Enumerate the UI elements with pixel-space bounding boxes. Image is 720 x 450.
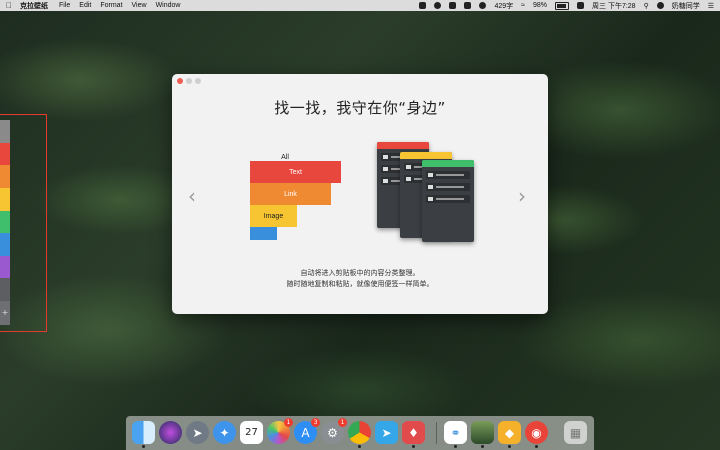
user-name[interactable]: 奶糖同学 [672,1,700,11]
chevron-left-icon[interactable]: ‹ [188,184,196,208]
app-store-icon[interactable]: A3 [294,418,320,444]
menu-app-name[interactable]: 克拉壁纸 [20,1,48,11]
input-method-icon[interactable] [577,2,584,9]
launchpad-icon[interactable]: ➤ [186,421,209,444]
page-title: 找一找，我守在你“身边” [274,99,446,117]
siri-icon[interactable] [159,421,182,444]
clipboard-app-icon[interactable]: ⚭ [444,421,467,448]
description-line-1: 自动将进入剪贴板中的内容分类整理。 [300,269,420,277]
status-app-icon[interactable] [434,2,442,9]
category-link: Link [250,183,331,205]
safari-icon[interactable]: ✦ [213,421,236,444]
status-area: 429字 ≈ 98% 周三 下午7:28 ⚲ 奶糖同学 ☰ [411,0,714,11]
system-preferences-icon[interactable]: ⚙ 1 [321,418,347,444]
status-app-icon[interactable] [419,2,427,9]
zoom-button[interactable] [195,78,201,84]
description-line-2: 随时随地复制和粘贴，就像使用便签一样简单。 [286,280,434,288]
chevron-right-icon[interactable]: › [518,184,526,208]
minimize-button[interactable] [186,78,192,84]
status-app-icon[interactable] [449,2,457,9]
notification-badge: 1 [338,418,347,427]
category-image: Image [250,205,297,227]
wifi-icon[interactable]: ≈ [521,2,525,9]
battery-percent[interactable]: 98% [533,2,547,9]
dock-separator [436,422,437,444]
category-blue [250,227,277,240]
telegram-icon[interactable]: ➤ [375,421,398,444]
status-app-icon[interactable] [464,2,472,9]
sidebar-highlight-outline [0,114,47,332]
status-app-icon[interactable] [479,2,487,9]
calendar-icon[interactable]: 27 [240,421,263,444]
siri-icon[interactable] [656,2,664,9]
search-icon[interactable]: ⚲ [644,2,649,10]
finder-icon[interactable] [132,421,155,448]
notes-app-icon[interactable]: ♦ [402,421,425,448]
battery-icon[interactable] [555,1,569,10]
category-text: Text [250,161,341,183]
trash-icon[interactable]: ▦ [564,421,587,444]
notification-center-icon[interactable]: ☰ [708,2,714,10]
menu-view[interactable]: View [132,2,147,9]
notification-badge: 1 [284,418,293,427]
wallpaper-app-icon[interactable] [471,421,494,448]
sketch-icon[interactable]: ◆ [498,421,521,448]
menu-bar:  克拉壁纸 File Edit Format View Window 429字… [0,0,720,11]
menu-window[interactable]: Window [156,2,181,9]
description: 自动将进入剪贴板中的内容分类整理。 随时随地复制和粘贴，就像使用便签一样简单。 [172,268,548,290]
recorder-app-icon[interactable]: ◉ [525,421,548,448]
notification-badge: 3 [311,418,320,427]
menu-edit[interactable]: Edit [79,2,91,9]
photos-icon[interactable]: 1 [267,418,293,444]
chrome-icon[interactable] [348,421,371,448]
dock: ➤ ✦ 27 1 A3 ⚙ 1 ➤ ♦ ⚭ ◆ ◉ ▦ [126,416,594,450]
onboarding-window: 找一找，我守在你“身边” ‹ › All Text Link Image 自动将… [172,74,548,314]
window-controls [177,78,204,84]
apple-menu-icon[interactable]:  [6,1,14,10]
close-button[interactable] [177,78,183,84]
preview-window-green [422,160,474,242]
menu-file[interactable]: File [59,2,70,9]
menu-format[interactable]: Format [100,2,122,9]
word-count-status[interactable]: 429字 [494,1,513,11]
clock[interactable]: 周三 下午7:28 [592,1,636,11]
